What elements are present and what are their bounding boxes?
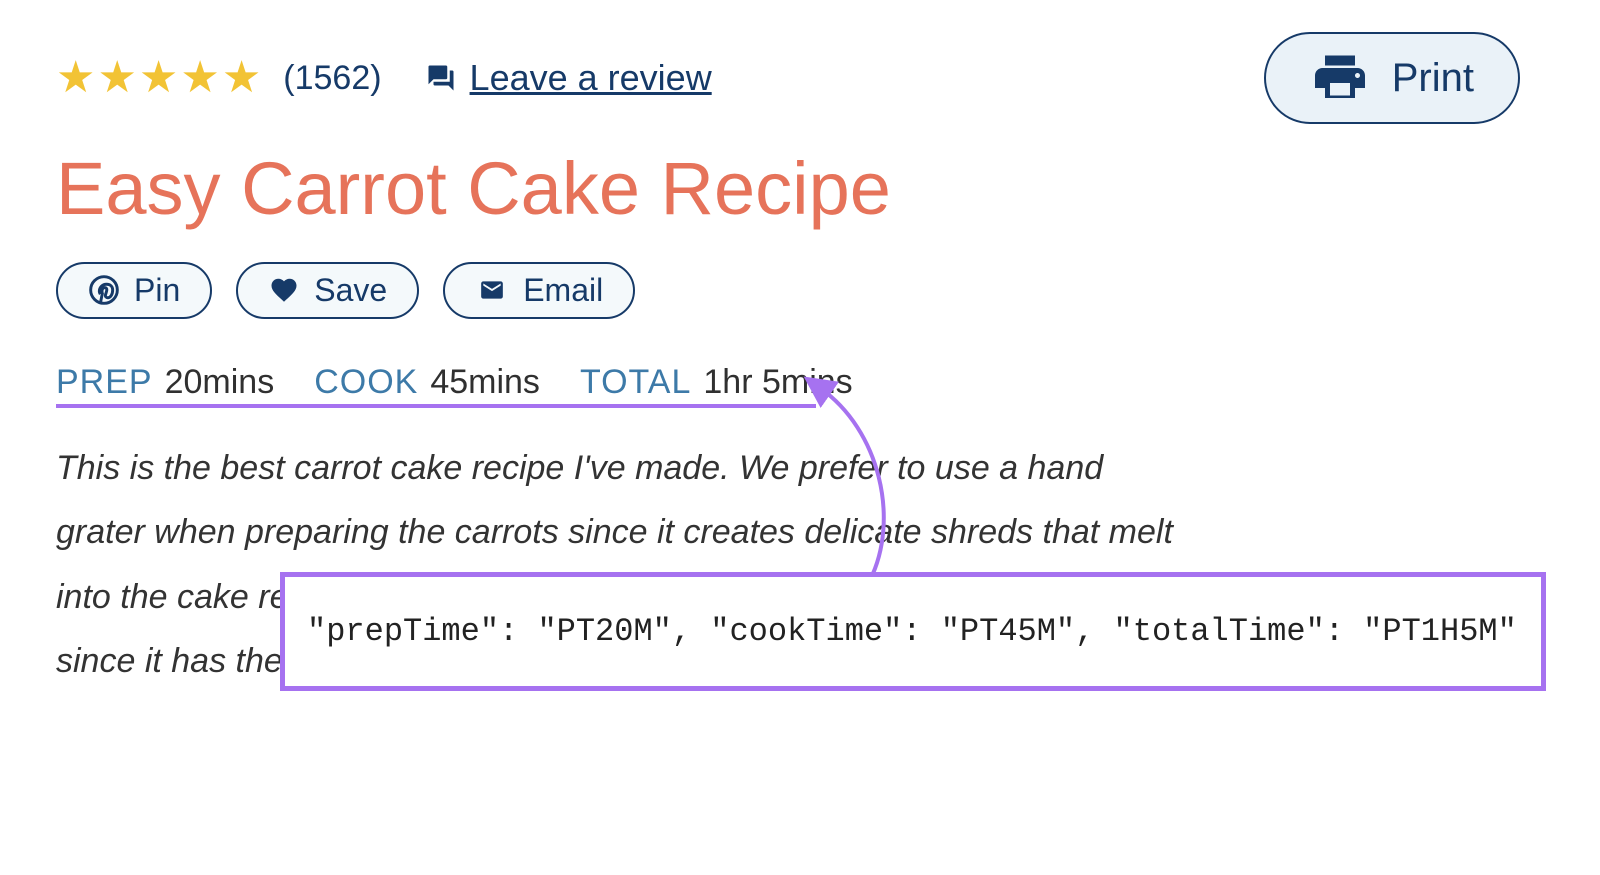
star-icon: ★ <box>97 56 136 100</box>
total-value: 1hr 5mins <box>703 363 852 402</box>
save-button[interactable]: Save <box>236 262 419 319</box>
rating-count: (1562) <box>283 59 381 98</box>
leave-review[interactable]: Leave a review <box>424 57 712 99</box>
action-button-row: Pin Save Email <box>56 262 1544 319</box>
prep-label: PREP <box>56 363 153 402</box>
comment-icon <box>424 63 458 93</box>
schema-code-text: "prepTime": "PT20M", "cookTime": "PT45M"… <box>307 613 1517 650</box>
heart-icon <box>268 275 300 305</box>
total-label: TOTAL <box>580 363 691 402</box>
save-label: Save <box>314 272 387 309</box>
pin-label: Pin <box>134 272 180 309</box>
email-button[interactable]: Email <box>443 262 635 319</box>
total-time: TOTAL 1hr 5mins <box>580 363 853 402</box>
print-icon <box>1310 48 1370 108</box>
pinterest-icon <box>88 274 120 306</box>
top-bar: ★ ★ ★ ★ ★ (1562) Leave a review Print <box>56 32 1544 124</box>
star-icon: ★ <box>222 56 261 100</box>
prep-time: PREP 20mins <box>56 363 274 402</box>
prep-value: 20mins <box>165 363 275 402</box>
star-icon: ★ <box>139 56 178 100</box>
star-icon: ★ <box>180 56 219 100</box>
print-label: Print <box>1392 56 1474 101</box>
print-button[interactable]: Print <box>1264 32 1520 124</box>
star-rating: ★ ★ ★ ★ ★ <box>56 56 261 100</box>
recipe-times: PREP 20mins COOK 45mins TOTAL 1hr 5mins <box>56 363 1544 402</box>
cook-label: COOK <box>314 363 418 402</box>
page-title: Easy Carrot Cake Recipe <box>56 150 1544 228</box>
cook-value: 45mins <box>430 363 540 402</box>
review-link-label: Leave a review <box>470 57 712 99</box>
pin-button[interactable]: Pin <box>56 262 212 319</box>
annotation-underline <box>56 404 816 408</box>
rating-row: ★ ★ ★ ★ ★ (1562) Leave a review <box>56 56 712 100</box>
email-icon <box>475 277 509 303</box>
email-label: Email <box>523 272 603 309</box>
cook-time: COOK 45mins <box>314 363 540 402</box>
star-icon: ★ <box>56 56 95 100</box>
schema-code-overlay: "prepTime": "PT20M", "cookTime": "PT45M"… <box>280 572 1546 691</box>
